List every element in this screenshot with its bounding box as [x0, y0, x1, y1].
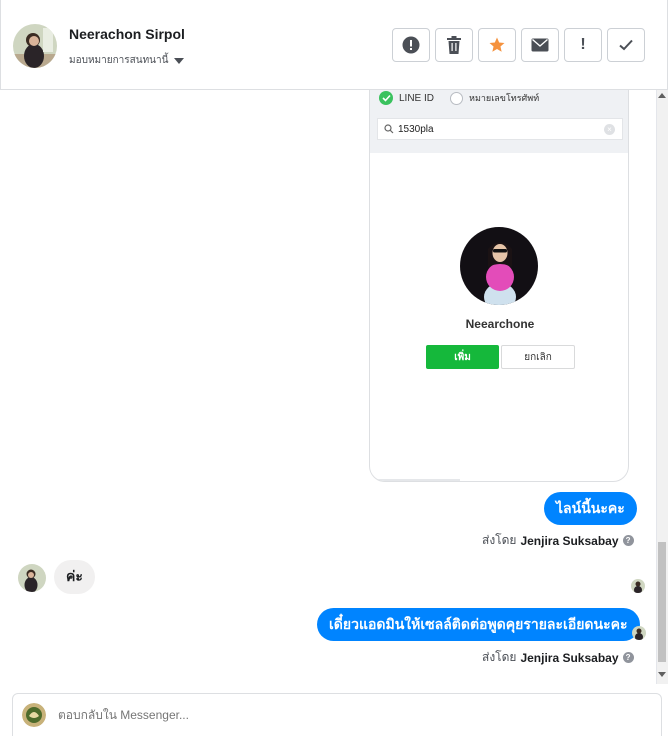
help-icon[interactable]: ? — [622, 535, 634, 546]
sent-by-agent[interactable]: Jenjira Suksabay — [520, 651, 618, 665]
line-profile-name: Neearchone — [465, 317, 535, 331]
exclamation-icon: ! — [580, 36, 586, 53]
follow-up-button[interactable]: ! — [564, 28, 602, 62]
mark-spam-button[interactable] — [392, 28, 430, 62]
clear-icon: × — [604, 124, 615, 135]
contact-name: Neerachon Sirpol — [69, 26, 185, 42]
star-icon — [489, 37, 505, 52]
sent-by-label: ส่งโดย Jenjira Suksabay ? — [482, 648, 634, 667]
outgoing-message-bubble[interactable]: ไลน์นี้นะคะ — [544, 492, 637, 525]
line-cancel-button: ยกเลิก — [501, 345, 575, 369]
search-type-radios: LINE ID หมายเลขโทรศัพท์ — [379, 91, 539, 105]
search-icon — [384, 124, 394, 134]
help-icon[interactable]: ? — [622, 652, 634, 663]
seen-avatar-icon — [631, 579, 645, 593]
line-search-field: 1530pla × — [377, 118, 623, 140]
star-button[interactable] — [478, 28, 516, 62]
scroll-down-arrow-icon[interactable] — [658, 672, 666, 677]
contact-avatar-small[interactable] — [18, 564, 46, 592]
reply-composer[interactable] — [12, 693, 662, 736]
page-avatar — [22, 703, 46, 727]
mark-done-button[interactable] — [607, 28, 645, 62]
scrollbar-thumb[interactable] — [658, 542, 666, 662]
seen-avatar-icon — [632, 626, 646, 640]
message-text: เดี๋ยวแอดมินให้เซลล์ติดต่อพูดคุยรายละเอี… — [329, 615, 628, 632]
message-text: ไลน์นี้นะคะ — [556, 499, 625, 516]
outgoing-message-bubble[interactable]: เดี๋ยวแอดมินให้เซลล์ติดต่อพูดคุยรายละเอี… — [317, 608, 640, 641]
envelope-icon — [531, 38, 549, 52]
divider — [370, 479, 460, 481]
message-thread[interactable]: LINE ID หมายเลขโทรศัพท์ 1530pla × Neearc… — [0, 90, 668, 684]
sent-by-prefix: ส่งโดย — [482, 650, 517, 664]
conversation-header: Neerachon Sirpol มอบหมายการสนทนานี้ ! — [0, 0, 668, 90]
delete-button[interactable] — [435, 28, 473, 62]
sent-by-agent[interactable]: Jenjira Suksabay — [520, 534, 618, 548]
line-profile-photo — [460, 227, 538, 305]
mark-unread-button[interactable] — [521, 28, 559, 62]
trash-icon — [447, 36, 461, 54]
assign-conversation-dropdown[interactable]: มอบหมายการสนทนานี้ — [69, 53, 185, 68]
line-search-panel: LINE ID หมายเลขโทรศัพท์ 1530pla × — [370, 90, 628, 153]
scrollbar[interactable] — [656, 90, 668, 684]
contact-avatar[interactable] — [13, 24, 57, 68]
reply-input[interactable] — [58, 708, 618, 722]
line-add-button: เพิ่ม — [426, 345, 499, 369]
radio-unchecked-icon — [450, 91, 464, 105]
scroll-up-arrow-icon[interactable] — [658, 93, 666, 98]
sent-by-label: ส่งโดย Jenjira Suksabay ? — [482, 531, 634, 550]
check-icon — [619, 39, 633, 51]
radio-checked-icon — [379, 91, 393, 105]
image-attachment[interactable]: LINE ID หมายเลขโทรศัพท์ 1530pla × Neearc… — [369, 90, 629, 482]
alert-circle-icon — [402, 36, 420, 54]
line-search-value: 1530pla — [398, 123, 434, 135]
sent-by-prefix: ส่งโดย — [482, 533, 517, 547]
incoming-message-bubble[interactable]: ค่ะ — [54, 560, 95, 594]
radio-line-id-label: LINE ID — [399, 92, 435, 104]
message-text: ค่ะ — [66, 568, 83, 584]
chevron-down-icon — [174, 58, 185, 64]
assign-label: มอบหมายการสนทนานี้ — [69, 55, 169, 66]
radio-phone-label: หมายเลขโทรศัพท์ — [469, 93, 540, 103]
